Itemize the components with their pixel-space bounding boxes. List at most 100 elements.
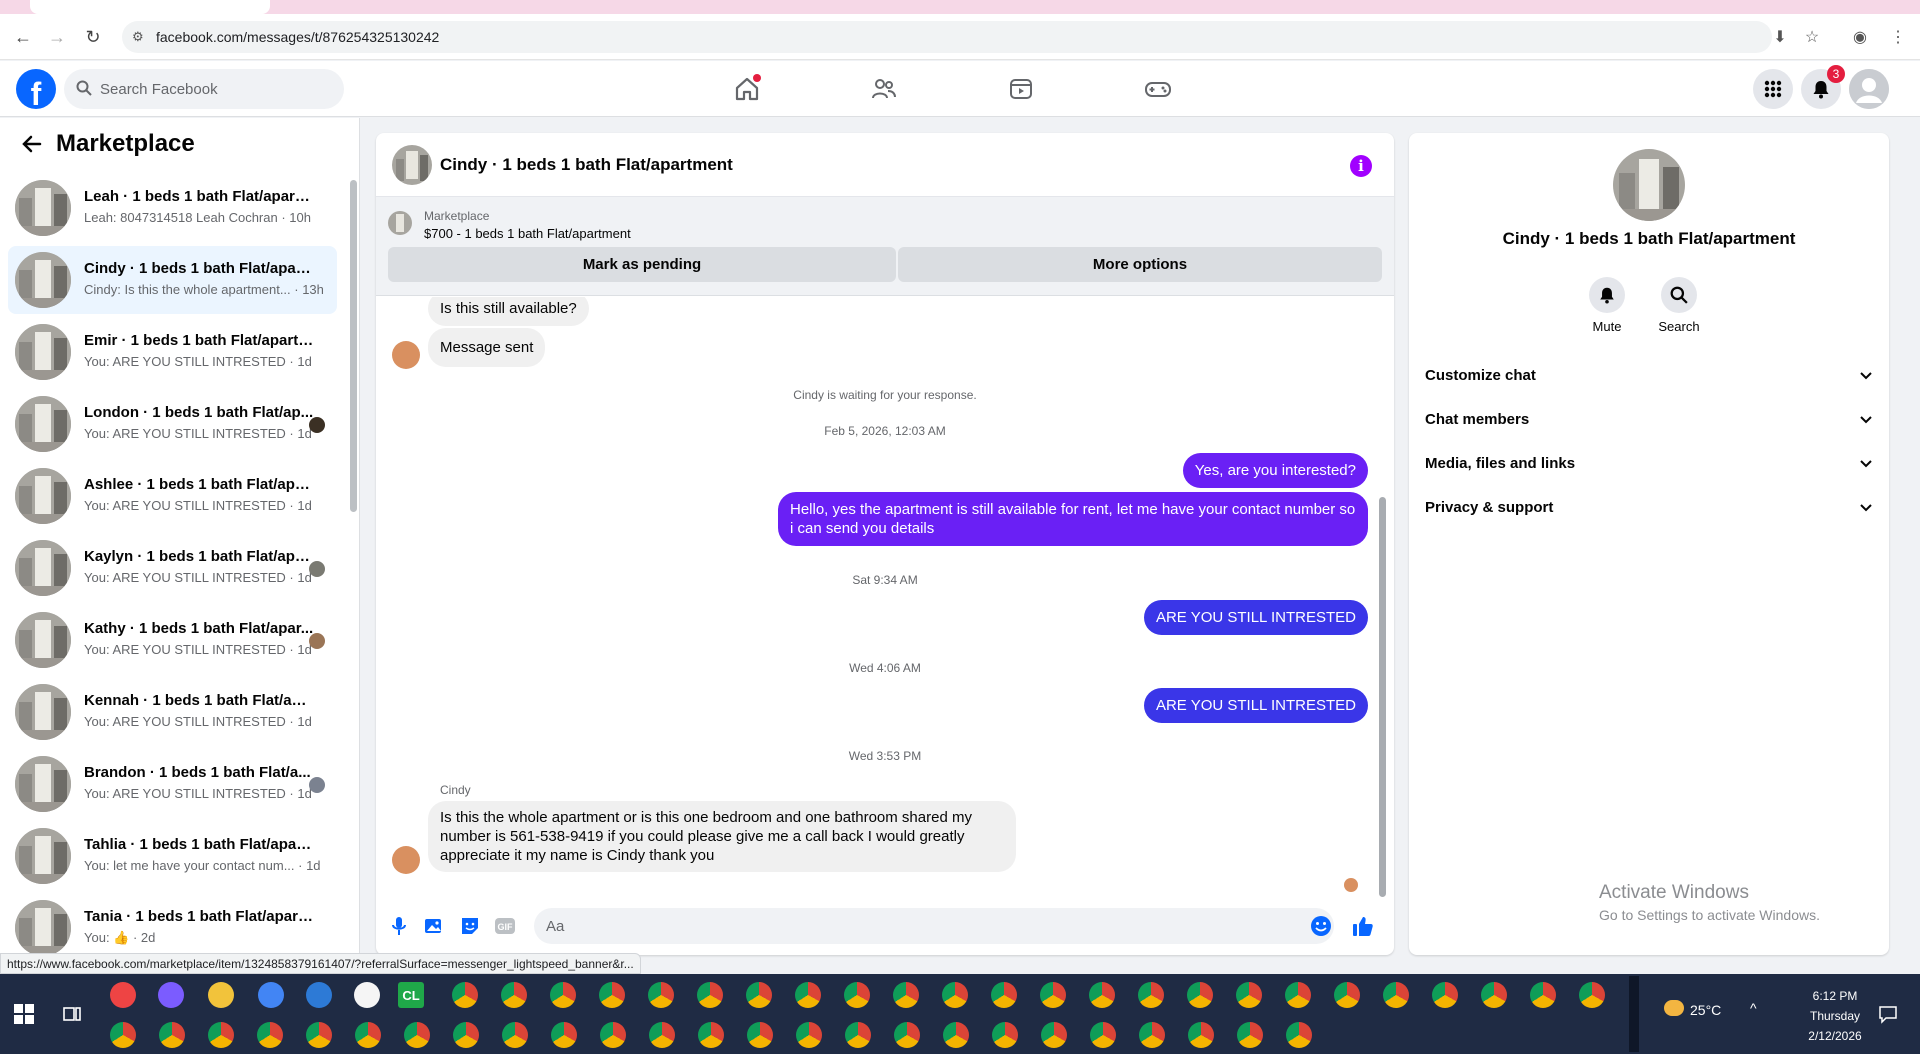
- section-customize-chat[interactable]: Customize chat: [1425, 357, 1873, 393]
- taskbar-chrome-window[interactable]: [1334, 982, 1360, 1008]
- taskbar-chrome-window[interactable]: [844, 982, 870, 1008]
- taskbar-chrome-window[interactable]: [648, 982, 674, 1008]
- taskbar-chrome-window[interactable]: [649, 1022, 675, 1048]
- taskbar-chrome-window[interactable]: [502, 1022, 528, 1048]
- taskbar-chrome-window[interactable]: [1041, 1022, 1067, 1048]
- taskbar-app-explorer[interactable]: [208, 982, 234, 1008]
- marketplace-banner[interactable]: Marketplace $700 - 1 beds 1 bath Flat/ap…: [376, 197, 1394, 296]
- taskbar-clock[interactable]: 6:12 PM Thursday 2/12/2026: [1780, 986, 1890, 1046]
- taskbar-chrome-window[interactable]: [942, 982, 968, 1008]
- taskbar-chrome-window[interactable]: [1187, 982, 1213, 1008]
- taskbar-chrome-window[interactable]: [453, 1022, 479, 1048]
- notifications-bell-icon[interactable]: 3: [1801, 65, 1845, 109]
- bookmark-star-icon[interactable]: ☆: [1800, 25, 1824, 49]
- gif-icon[interactable]: GIF: [494, 915, 516, 937]
- task-view-icon[interactable]: [62, 1004, 82, 1024]
- taskbar-app-copilot[interactable]: [158, 982, 184, 1008]
- section-media-files-links[interactable]: Media, files and links: [1425, 445, 1873, 481]
- taskbar-chrome-window[interactable]: [1285, 982, 1311, 1008]
- taskbar-chrome-window[interactable]: [404, 1022, 430, 1048]
- taskbar-chrome-window[interactable]: [306, 1022, 332, 1048]
- taskbar-app-zoom[interactable]: [306, 982, 332, 1008]
- more-options-button[interactable]: More options: [898, 247, 1382, 282]
- mute-button[interactable]: Mute: [1577, 277, 1637, 334]
- taskbar-chrome-window[interactable]: [1237, 1022, 1263, 1048]
- taskbar-chrome-window[interactable]: [159, 1022, 185, 1048]
- conversation-item[interactable]: Emir · 1 beds 1 bath Flat/apartm... You: …: [8, 318, 337, 386]
- conversation-item[interactable]: Kaylyn · 1 beds 1 bath Flat/apa... You: A…: [8, 534, 337, 602]
- forward-icon[interactable]: →: [44, 24, 70, 50]
- sidebar-scrollbar[interactable]: [350, 180, 357, 512]
- taskbar-chrome-window[interactable]: [1040, 982, 1066, 1008]
- taskbar-chrome-window[interactable]: [1090, 1022, 1116, 1048]
- taskbar-app-chrome[interactable]: [258, 982, 284, 1008]
- taskbar-scrollbar[interactable]: [1629, 976, 1639, 1052]
- chat-avatar[interactable]: [392, 145, 432, 185]
- taskbar-chrome-window[interactable]: [452, 982, 478, 1008]
- section-chat-members[interactable]: Chat members: [1425, 401, 1873, 437]
- video-icon[interactable]: [1005, 73, 1037, 105]
- taskbar-chrome-window[interactable]: [992, 1022, 1018, 1048]
- conversation-item[interactable]: Ashlee · 1 beds 1 bath Flat/apart... You:…: [8, 462, 337, 530]
- gaming-icon[interactable]: [1142, 73, 1174, 105]
- taskbar-chrome-window[interactable]: [1089, 982, 1115, 1008]
- taskbar-app-paint[interactable]: [110, 982, 136, 1008]
- back-arrow-icon[interactable]: [20, 132, 44, 156]
- conversation-item[interactable]: Tania · 1 beds 1 bath Flat/apartm... You:…: [8, 894, 337, 960]
- conversation-item[interactable]: Cindy · 1 beds 1 bath Flat/apart... Cindy…: [8, 246, 337, 314]
- taskbar-chrome-window[interactable]: [1432, 982, 1458, 1008]
- taskbar-chrome-window[interactable]: [1236, 982, 1262, 1008]
- info-icon[interactable]: i: [1350, 155, 1372, 177]
- sticker-icon[interactable]: [459, 915, 481, 937]
- taskbar-chrome-window[interactable]: [355, 1022, 381, 1048]
- photo-icon[interactable]: [423, 915, 445, 937]
- conversation-item[interactable]: Tahlia · 1 beds 1 bath Flat/apart... You:…: [8, 822, 337, 890]
- browser-active-tab[interactable]: [30, 0, 270, 14]
- mark-pending-button[interactable]: Mark as pending: [388, 247, 896, 282]
- taskbar-chrome-window[interactable]: [795, 982, 821, 1008]
- taskbar-chrome-window[interactable]: [796, 1022, 822, 1048]
- tray-chevron-icon[interactable]: ^: [1750, 1000, 1757, 1016]
- taskbar-chrome-window[interactable]: [1139, 1022, 1165, 1048]
- conversation-item[interactable]: London · 1 beds 1 bath Flat/ap... You: AR…: [8, 390, 337, 458]
- taskbar-chrome-window[interactable]: [698, 1022, 724, 1048]
- taskbar-chrome-window[interactable]: [1530, 982, 1556, 1008]
- taskbar-chrome-window[interactable]: [747, 1022, 773, 1048]
- taskbar-chrome-window[interactable]: [1481, 982, 1507, 1008]
- emoji-icon[interactable]: [1310, 915, 1332, 937]
- taskbar-chrome-window[interactable]: [893, 982, 919, 1008]
- menu-grid-icon[interactable]: [1753, 69, 1793, 109]
- sender-avatar[interactable]: [392, 846, 420, 874]
- search-in-chat-button[interactable]: Search: [1649, 277, 1709, 334]
- taskbar-chrome-window[interactable]: [1383, 982, 1409, 1008]
- taskbar-chrome-window[interactable]: [1286, 1022, 1312, 1048]
- home-icon[interactable]: [731, 73, 763, 105]
- taskbar-chrome-window[interactable]: [1579, 982, 1605, 1008]
- conversation-item[interactable]: Kathy · 1 beds 1 bath Flat/apar... You: A…: [8, 606, 337, 674]
- back-icon[interactable]: ←: [10, 24, 36, 50]
- search-box[interactable]: Search Facebook: [64, 69, 344, 109]
- facebook-logo[interactable]: f: [16, 69, 56, 109]
- taskbar-chrome-window[interactable]: [894, 1022, 920, 1048]
- microphone-icon[interactable]: [388, 915, 410, 937]
- taskbar-chrome-window[interactable]: [257, 1022, 283, 1048]
- like-thumb-icon[interactable]: [1352, 915, 1374, 937]
- taskbar-chrome-window[interactable]: [697, 982, 723, 1008]
- taskbar-chrome-window[interactable]: [501, 982, 527, 1008]
- address-bar[interactable]: ⚙ facebook.com/messages/t/87625432513024…: [122, 21, 1772, 53]
- taskbar-chrome-window[interactable]: [599, 982, 625, 1008]
- reload-icon[interactable]: ↻: [80, 24, 106, 50]
- windows-start-icon[interactable]: [14, 1004, 34, 1024]
- taskbar-chrome-window[interactable]: [208, 1022, 234, 1048]
- taskbar-chrome-window[interactable]: [1138, 982, 1164, 1008]
- details-avatar[interactable]: [1613, 149, 1685, 221]
- weather-temp[interactable]: 25°C: [1690, 1002, 1721, 1018]
- notification-center-icon[interactable]: [1878, 1004, 1898, 1024]
- conversation-item[interactable]: Leah · 1 beds 1 bath Flat/apartm... Leah:…: [8, 174, 337, 242]
- conversation-item[interactable]: Brandon · 1 beds 1 bath Flat/a... You: AR…: [8, 750, 337, 818]
- taskbar-chrome-window[interactable]: [600, 1022, 626, 1048]
- sender-avatar[interactable]: [392, 341, 420, 369]
- section-privacy-support[interactable]: Privacy & support: [1425, 489, 1873, 525]
- profile-icon[interactable]: ◉: [1848, 25, 1872, 49]
- taskbar-chrome-window[interactable]: [1188, 1022, 1214, 1048]
